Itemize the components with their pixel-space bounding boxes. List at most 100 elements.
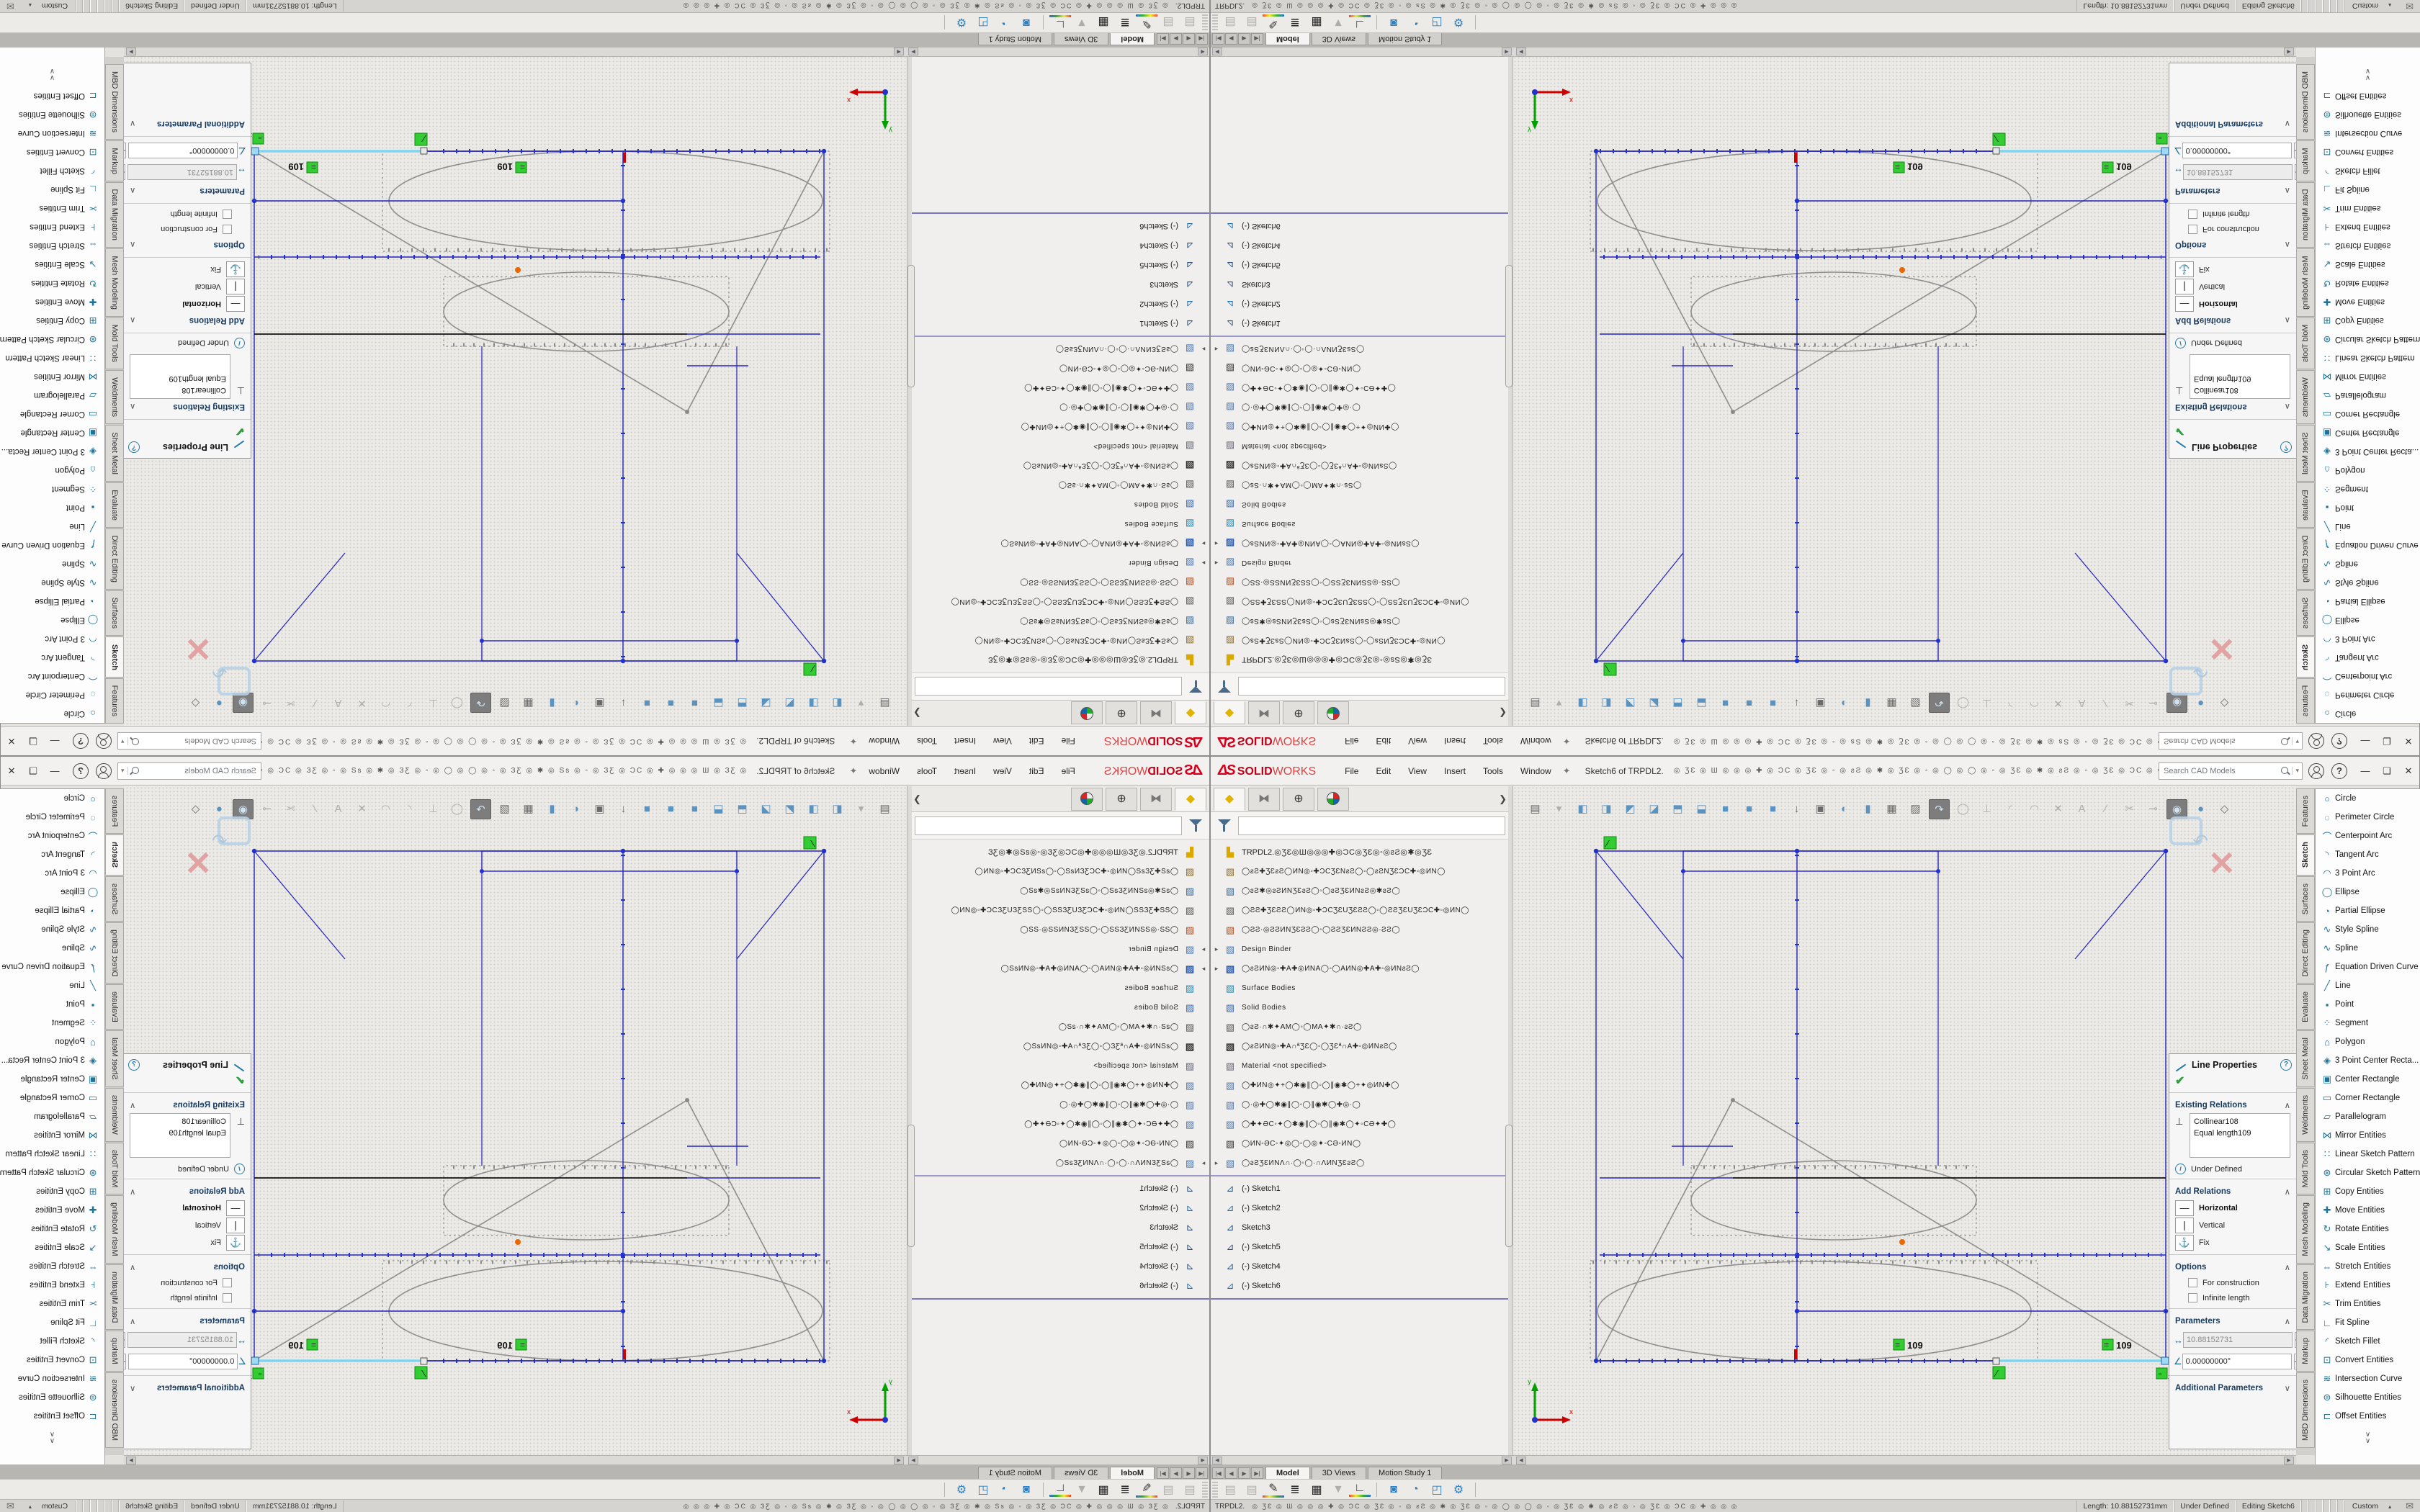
- sketch-menu-item[interactable]: ╱ Line: [0, 517, 104, 536]
- sketch-menu-item[interactable]: ⊏ Offset Entities: [2316, 1407, 2420, 1426]
- command-tab[interactable]: Weldments: [2296, 370, 2315, 424]
- add-relation-row[interactable]: — Horizontal: [124, 1200, 251, 1217]
- gear-icon[interactable]: ⚙: [1448, 1482, 1469, 1497]
- tree-item[interactable]: ▧ ◯ƨƧИN◎◦✚Α∩ªƷƐ◯◦◯ƷƐª∩Α✚◦◎ИNƨƧ◯: [1211, 456, 1512, 475]
- account-icon[interactable]: [2308, 763, 2324, 779]
- sketch-menu-item[interactable]: ✚ Move Entities: [0, 1201, 104, 1220]
- expand-arrow-icon[interactable]: ▸: [1211, 345, 1222, 353]
- tab-nav-icon[interactable]: ▶|: [1251, 33, 1263, 45]
- document-tab[interactable]: 3D Views: [1312, 33, 1366, 45]
- sketch-menu-item[interactable]: ≋ Intersection Curve: [2316, 124, 2420, 143]
- command-tab[interactable]: Features: [105, 678, 124, 724]
- menu-item[interactable]: Tools: [1474, 763, 1512, 779]
- expand-arrow-icon[interactable]: ▸: [1211, 945, 1222, 953]
- command-tab[interactable]: Mesh Modeling: [2296, 248, 2315, 317]
- cancel-sketch-icon[interactable]: ✕: [184, 629, 212, 668]
- tree-item[interactable]: ▧ ◯✚ИN◎✦+◯✱◉∥◯◦◯∥◉✱◯+✦◎ИN✚◯: [908, 417, 1209, 436]
- tree-item[interactable]: ▧ ◯ИN◦ƏC◦✦◎◯◦◯◎✦◦CƏ◦ИN◯: [1211, 359, 1512, 378]
- filter-icon[interactable]: [1188, 818, 1204, 834]
- sketch-menu-item[interactable]: ▱ Parallelogram: [2316, 386, 2420, 405]
- tree-item[interactable]: ▧ ◯ƨƧ✱◎ƨƧИNƷƐƨƧ◯◦◯ƨƧƷƐИNƨƧ◎✱ƨƧ◯: [908, 611, 1209, 631]
- scroll-right-icon[interactable]: ▶: [126, 1457, 136, 1464]
- tree-item[interactable]: ▧ ◯ƨƧИN◎◦✚Α∩ªƷƐ◯◦◯ƷƐª∩Α✚◦◎ИNƨƧ◯: [908, 456, 1209, 475]
- rollback-bar[interactable]: [908, 1298, 1209, 1300]
- tree-sketch-item[interactable]: ⊿ (-) Sketch6: [1211, 1276, 1512, 1295]
- sketch-menu-item[interactable]: ∟ Fit Spline: [0, 180, 104, 199]
- annotation-tag-icon[interactable]: ✉: [0, 0, 22, 12]
- pin-icon[interactable]: ✦: [1563, 765, 1571, 777]
- status-custom-dropdown[interactable]: Custom ▴: [2344, 1500, 2398, 1512]
- search-caret-icon[interactable]: ▾: [118, 737, 128, 745]
- sketch-menu-item[interactable]: ○ Circle: [2316, 789, 2420, 808]
- tab-nav-icon[interactable]: |◀: [1212, 33, 1224, 45]
- menu-item[interactable]: Window: [860, 763, 908, 779]
- sketch-menu-item[interactable]: ⊞ Copy Entities: [2316, 311, 2420, 330]
- menu-item[interactable]: View: [985, 763, 1021, 779]
- sketch-menu-item[interactable]: ƒ Equation Driven Curve: [0, 958, 104, 976]
- quick-access-toolbar-icons[interactable]: ◎ ƷƐ ◎ Ш ◎ ◎ ◎ ✚ ◎ ƆC ◎ ƷƐ ◎ ◦ ◎ ƨƧ ◎ ✱ …: [1674, 767, 2159, 775]
- command-tab[interactable]: Markup: [105, 1331, 124, 1372]
- command-tab[interactable]: Sketch: [2296, 834, 2315, 875]
- tree-item[interactable]: ▸ ▧ ◯ƨƧƷƐИNΛ∩·◯◦◯·∩ΛИNƷƐƨƧ◯: [908, 339, 1209, 359]
- add-relations-header[interactable]: Add Relations ∧: [124, 1182, 251, 1200]
- sketch-menu-item[interactable]: ▭ Corner Rectangle: [0, 1089, 104, 1107]
- property-manager-tab[interactable]: ⊕: [1106, 702, 1137, 725]
- sketch-menu-item[interactable]: ╱ Line: [2316, 976, 2420, 995]
- relation-entry[interactable]: Collinear108: [134, 1116, 226, 1128]
- additional-parameters-header[interactable]: Additional Parameters ∨: [124, 1379, 251, 1396]
- relations-listbox[interactable]: Collinear108 Equal length109: [130, 354, 230, 399]
- command-tab[interactable]: Direct Editing: [2296, 528, 2315, 590]
- tree-sketch-item[interactable]: ⊿ (-) Sketch2: [1211, 294, 1512, 314]
- menu-item[interactable]: Tools: [908, 734, 946, 750]
- filter-icon[interactable]: [1216, 679, 1232, 695]
- scroll-left-icon[interactable]: ◀: [1212, 48, 1222, 55]
- length-field[interactable]: [127, 1332, 237, 1348]
- relation-entry[interactable]: Equal length109: [134, 373, 226, 384]
- ok-button[interactable]: ✔: [2169, 423, 2296, 440]
- sketch-menu-item[interactable]: ⁘ Segment: [0, 480, 104, 498]
- tree-item[interactable]: ▧ ◯·◎✚◯✱◉∥◯◦◯∥◉✱◯✚◎·◯: [908, 397, 1209, 417]
- tree-item[interactable]: ▸ ▧ ◯ƨƧƷƐИNΛ∩·◯◦◯·∩ΛИNƷƐƨƧ◯: [908, 1153, 1209, 1173]
- panel-splitter[interactable]: [1508, 786, 1512, 1455]
- menu-item[interactable]: Insert: [946, 734, 985, 750]
- tree-item[interactable]: ▧ Material <not specified>: [908, 436, 1209, 456]
- sketch-menu-item[interactable]: ⊡ Convert Entities: [0, 143, 104, 161]
- sketch-menu-item[interactable]: ⊜ Silhouette Entities: [0, 105, 104, 124]
- tab-nav-icon[interactable]: ◀: [1225, 33, 1237, 45]
- sketch-menu-item[interactable]: ◠ 3 Point Arc: [2316, 629, 2420, 648]
- command-tab[interactable]: Weldments: [105, 1088, 124, 1142]
- scroll-left-icon[interactable]: ◀: [1516, 48, 1526, 55]
- tree-item[interactable]: ▧ ◯ƧƧ✚ƷƐƧƧ◯ИN◎◦✚ƆCƷƐUƷƐƧƧ◯◦◯ƧƧƷƐUƷƐƆC✚◦◎…: [1211, 592, 1512, 611]
- status-custom-dropdown[interactable]: Custom ▴: [22, 1500, 76, 1512]
- tab-nav-icon[interactable]: |◀: [1196, 1467, 1208, 1479]
- command-tab[interactable]: Sheet Metal: [105, 425, 124, 482]
- folder-check-icon[interactable]: ◰: [972, 1482, 994, 1497]
- sketch-menu-item[interactable]: ∿ Style Spline: [0, 573, 104, 592]
- sketch-menu-item[interactable]: ⊞ Copy Entities: [0, 311, 104, 330]
- sketch-menu-item[interactable]: ⌒ Centerpoint Arc: [0, 827, 104, 845]
- sketch-menu-item[interactable]: ▪ Point: [2316, 498, 2420, 517]
- tree-item[interactable]: ▧ ◯ИN◦ƏC◦✦◎◯◦◯◎✦◦CƏ◦ИN◯: [908, 1134, 1209, 1153]
- sketch-menu-item[interactable]: ⌂ Polygon: [0, 1032, 104, 1051]
- panel-help-icon[interactable]: ?: [2280, 1059, 2292, 1071]
- command-tab[interactable]: Markup: [2296, 1331, 2315, 1372]
- relation-button-icon[interactable]: ⚓: [226, 261, 245, 277]
- options-header[interactable]: Options ∧: [124, 1258, 251, 1275]
- sketch-menu-item[interactable]: ∿ Spline: [0, 939, 104, 958]
- search-input[interactable]: [2159, 737, 2280, 746]
- tree-item[interactable]: ▧ ◯ƨƧ✱◎ƨƧИNƷƐƨƧ◯◦◯ƨƧƷƐИNƨƧ◎✱ƨƧ◯: [1211, 611, 1512, 631]
- command-tab[interactable]: Markup: [2296, 140, 2315, 181]
- relation-button-icon[interactable]: ❘: [2175, 1218, 2194, 1233]
- rollback-bar[interactable]: [1211, 212, 1512, 214]
- sketch-menu-item[interactable]: ⇔ Stretch Entities: [2316, 1257, 2420, 1276]
- search-box[interactable]: ▾: [2159, 733, 2303, 750]
- tree-item[interactable]: ▸ ▧ ◯ƨƧИN◎◦✚Α✚◎ИNΑ◯◦◯ΑИN◎✚Α✚◦◎ИNƨƧ◯: [908, 534, 1209, 553]
- search-input[interactable]: [2159, 767, 2280, 775]
- exit-sketch-icon[interactable]: [2169, 816, 2202, 845]
- filter-input[interactable]: [1238, 816, 1505, 835]
- sketch-menu-item[interactable]: ∷ Linear Sketch Pattern: [2316, 348, 2420, 367]
- menu-item[interactable]: Edit: [1367, 734, 1399, 750]
- account-icon[interactable]: [96, 763, 112, 779]
- sketch-menu-item[interactable]: ƒ Equation Driven Curve: [2316, 536, 2420, 554]
- sketch-menu-item[interactable]: ⊦ Extend Entities: [0, 217, 104, 236]
